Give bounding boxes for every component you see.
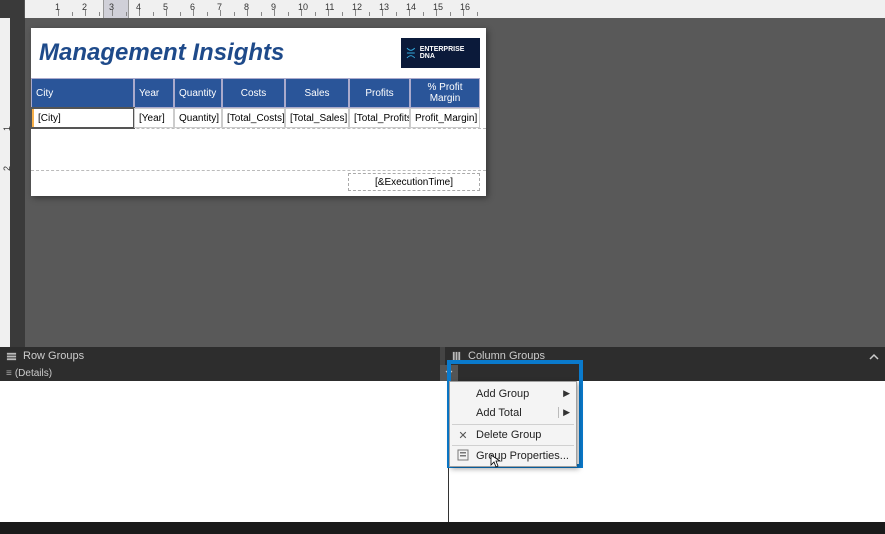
cell-city[interactable]: [City] <box>31 108 134 128</box>
ruler-horizontal[interactable]: 12345678910111213141516 <box>25 0 885 18</box>
ruler-vertical[interactable]: 1 2 <box>0 18 25 347</box>
x-icon: ✕ <box>456 429 470 442</box>
cell-profits[interactable]: [Total_Profits] <box>349 108 410 128</box>
cell-costs[interactable]: [Total_Costs] <box>222 108 285 128</box>
row-groups-header[interactable]: Row Groups <box>0 347 440 365</box>
submenu-arrow-icon: ▶ <box>563 388 570 399</box>
col-header-sales[interactable]: Sales <box>285 78 349 108</box>
submenu-arrow-icon: ▶ <box>558 407 570 418</box>
ruler-corner <box>0 0 25 18</box>
col-header-margin[interactable]: % Profit Margin <box>410 78 480 108</box>
menu-delete-group[interactable]: ✕ Delete Group <box>452 424 574 443</box>
context-menu: Add Group ▶ Add Total ▶ ✕ Delete Group G… <box>449 381 577 467</box>
menu-group-properties[interactable]: Group Properties... <box>452 445 574 464</box>
report-body-spacer <box>31 128 486 170</box>
col-header-city[interactable]: City <box>31 78 134 108</box>
report-tablix[interactable]: City Year Quantity Costs Sales Profits %… <box>31 78 486 128</box>
report-title[interactable]: Management Insights <box>37 39 401 67</box>
report-footer[interactable]: [&ExecutionTime] <box>31 170 486 196</box>
details-bar-icon: ≡ <box>6 368 11 379</box>
footer-execution-time[interactable]: [&ExecutionTime] <box>348 173 480 191</box>
status-bar <box>0 522 885 534</box>
report-surface[interactable]: Management Insights ENTERPRISE DNA City … <box>31 28 486 196</box>
design-canvas[interactable]: Management Insights ENTERPRISE DNA City … <box>25 18 885 347</box>
dna-icon <box>405 47 417 59</box>
col-header-profits[interactable]: Profits <box>349 78 410 108</box>
row-groups-icon <box>6 351 17 362</box>
col-header-costs[interactable]: Costs <box>222 78 285 108</box>
groups-collapse-chevron[interactable] <box>869 352 879 360</box>
cell-sales[interactable]: [Total_Sales] <box>285 108 349 128</box>
cell-year[interactable]: [Year] <box>134 108 174 128</box>
menu-add-total[interactable]: Add Total ▶ <box>452 403 574 422</box>
row-group-details[interactable]: ≡ (Details) <box>0 365 440 381</box>
col-header-year[interactable]: Year <box>134 78 174 108</box>
col-header-quantity[interactable]: Quantity <box>174 78 222 108</box>
properties-icon <box>456 449 470 464</box>
cell-margin[interactable]: Profit_Margin] <box>410 108 480 128</box>
report-logo[interactable]: ENTERPRISE DNA <box>401 38 480 68</box>
menu-add-group[interactable]: Add Group ▶ <box>452 384 574 403</box>
groups-body[interactable] <box>0 381 885 522</box>
cursor-icon <box>490 454 502 471</box>
cell-quantity[interactable]: Quantity] <box>174 108 222 128</box>
